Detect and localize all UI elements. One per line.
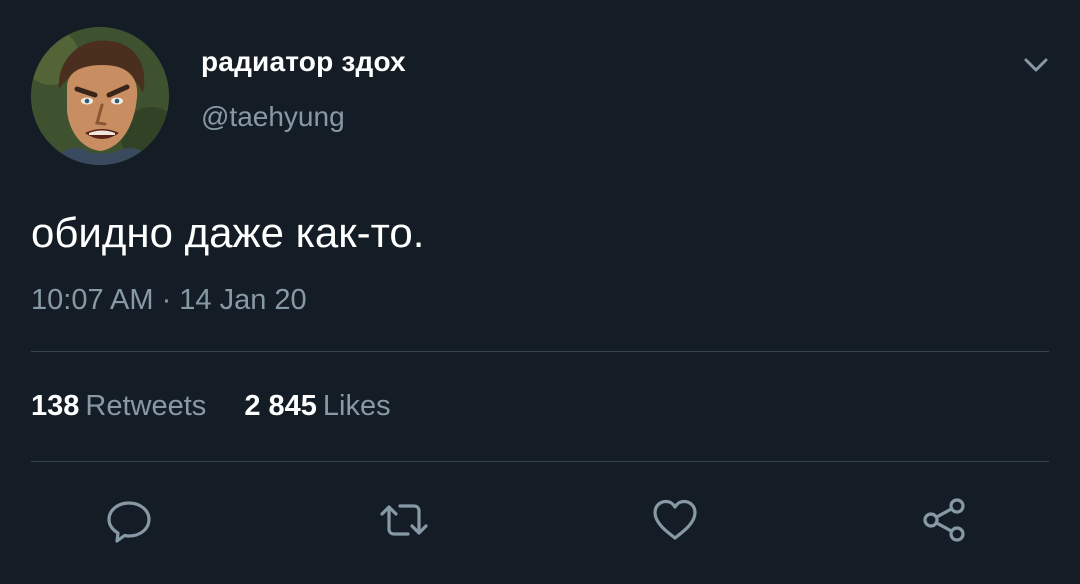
tweet-card: радиатор здох @taehyung обидно даже как-…	[0, 0, 1080, 584]
like-button[interactable]	[649, 494, 701, 546]
tweet-stats: 138 Retweets 2 845 Likes	[31, 388, 421, 424]
tweet-text: обидно даже как-то.	[31, 209, 425, 256]
retweets-count: 138	[31, 390, 80, 422]
reply-icon	[107, 501, 151, 543]
retweets-stat[interactable]: 138 Retweets	[31, 388, 206, 424]
author-info: радиатор здох @taehyung	[201, 44, 406, 135]
likes-label: Likes	[322, 390, 391, 422]
tweet-timestamp[interactable]: 10:07 AM · 14 Jan 20	[31, 282, 307, 318]
retweet-button[interactable]	[378, 494, 430, 546]
share-button[interactable]	[919, 494, 971, 546]
likes-count: 2 845	[244, 390, 317, 422]
avatar-image	[31, 27, 169, 165]
chevron-down-icon[interactable]	[1018, 52, 1054, 78]
divider	[31, 351, 1049, 352]
display-name[interactable]: радиатор здох	[201, 44, 406, 80]
share-icon	[923, 498, 965, 542]
user-handle[interactable]: @taehyung	[201, 99, 406, 135]
retweets-label: Retweets	[85, 390, 207, 422]
avatar[interactable]	[31, 27, 169, 165]
retweet-icon	[380, 504, 428, 536]
likes-stat[interactable]: 2 845 Likes	[244, 388, 390, 424]
divider	[31, 461, 1049, 462]
heart-icon	[653, 499, 697, 540]
reply-button[interactable]	[103, 494, 155, 546]
